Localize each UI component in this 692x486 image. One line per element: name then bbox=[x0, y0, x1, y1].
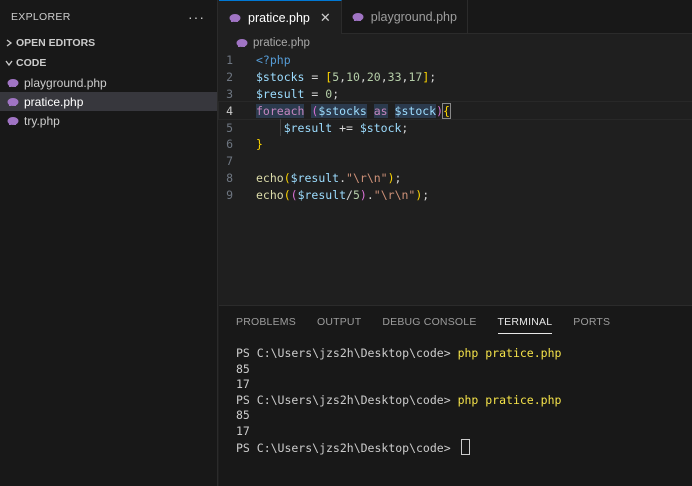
file-item-try[interactable]: try.php bbox=[0, 111, 217, 130]
line-number: 6 bbox=[226, 137, 233, 152]
line-number: 1 bbox=[226, 53, 233, 68]
line-number: 3 bbox=[226, 86, 233, 101]
editor-area: pratice.php ✕ playground.php pratice.php… bbox=[218, 0, 692, 304]
tab-debug-console[interactable]: DEBUG CONSOLE bbox=[382, 310, 476, 334]
terminal[interactable]: PS C:\Users\jzs2h\Desktop\code> php prat… bbox=[219, 337, 692, 455]
breadcrumb-label: pratice.php bbox=[253, 37, 310, 49]
code-text: echo($result."\r\n"); bbox=[256, 170, 402, 185]
tab-playground[interactable]: playground.php bbox=[342, 0, 468, 34]
terminal-prompt: PS C:\Users\jzs2h\Desktop\code> bbox=[236, 392, 458, 407]
code-text: foreach ($stocks as $stock){ bbox=[256, 102, 451, 119]
code-line: 5 $result += $stock; bbox=[219, 119, 692, 136]
php-icon bbox=[7, 96, 19, 108]
tab-terminal[interactable]: TERMINAL bbox=[497, 310, 553, 334]
line-number: 9 bbox=[226, 187, 233, 202]
tab-output[interactable]: OUTPUT bbox=[317, 310, 361, 334]
indent-guide bbox=[280, 119, 281, 136]
terminal-line: PS C:\Users\jzs2h\Desktop\code> bbox=[236, 439, 692, 455]
panel-tabs: PROBLEMS OUTPUT DEBUG CONSOLE TERMINAL P… bbox=[219, 306, 692, 337]
editor-tabs: pratice.php ✕ playground.php bbox=[219, 0, 692, 34]
code-line: 7 bbox=[219, 153, 692, 170]
code-editor[interactable]: 1 <?php 2 $stocks = [5,10,20,33,17]; 3 $… bbox=[218, 52, 692, 203]
code-text: $stocks = [5,10,20,33,17]; bbox=[256, 70, 437, 85]
file-item-pratice[interactable]: pratice.php bbox=[0, 92, 217, 111]
chevron-down-icon bbox=[2, 59, 16, 67]
terminal-command: php pratice.php bbox=[457, 346, 562, 360]
code-line: 2 $stocks = [5,10,20,33,17]; bbox=[219, 69, 692, 86]
terminal-line: PS C:\Users\jzs2h\Desktop\code> php prat… bbox=[236, 393, 692, 409]
breadcrumb[interactable]: pratice.php bbox=[219, 34, 692, 52]
file-label: pratice.php bbox=[24, 94, 84, 109]
code-line: 9 echo(($result/5)."\r\n"); bbox=[219, 186, 692, 203]
section-label: CODE bbox=[16, 56, 47, 69]
php-icon bbox=[229, 12, 241, 24]
explorer-header: EXPLORER ··· bbox=[0, 0, 217, 34]
file-item-playground[interactable]: playground.php bbox=[0, 73, 217, 92]
tab-label: playground.php bbox=[370, 10, 457, 24]
line-number: 8 bbox=[226, 170, 233, 185]
code-text: $result += $stock; bbox=[283, 120, 409, 135]
terminal-prompt: PS C:\Users\jzs2h\Desktop\code> bbox=[236, 441, 458, 455]
tab-pratice[interactable]: pratice.php ✕ bbox=[219, 0, 342, 34]
explorer-title: EXPLORER bbox=[11, 11, 71, 23]
file-label: playground.php bbox=[24, 75, 107, 90]
terminal-output: 17 bbox=[236, 377, 250, 391]
line-number: 5 bbox=[226, 120, 233, 135]
bottom-panel: PROBLEMS OUTPUT DEBUG CONSOLE TERMINAL P… bbox=[219, 305, 692, 486]
terminal-output: 85 bbox=[236, 361, 250, 376]
section-label: OPEN EDITORS bbox=[16, 36, 96, 49]
terminal-cursor bbox=[460, 439, 470, 455]
php-icon bbox=[7, 115, 19, 127]
code-line: 1 <?php bbox=[219, 52, 692, 69]
terminal-output: 17 bbox=[236, 423, 250, 438]
section-open-editors[interactable]: OPEN EDITORS bbox=[0, 33, 217, 52]
file-label: try.php bbox=[24, 113, 60, 128]
terminal-output: 85 bbox=[236, 408, 250, 422]
terminal-command: php pratice.php bbox=[457, 392, 562, 407]
code-line: 3 $result = 0; bbox=[219, 86, 692, 103]
code-text: <?php bbox=[256, 53, 291, 68]
more-actions-icon[interactable]: ··· bbox=[188, 9, 205, 25]
explorer-sidebar: EXPLORER ··· OPEN EDITORS CODE playgroun… bbox=[0, 0, 218, 486]
php-icon bbox=[236, 37, 248, 49]
code-text: } bbox=[256, 137, 263, 152]
php-icon bbox=[7, 77, 19, 89]
terminal-prompt: PS C:\Users\jzs2h\Desktop\code> bbox=[236, 346, 458, 360]
tab-problems[interactable]: PROBLEMS bbox=[236, 310, 296, 334]
file-list: playground.php pratice.php try.php bbox=[0, 73, 217, 130]
close-icon[interactable]: ✕ bbox=[320, 10, 331, 26]
section-code[interactable]: CODE bbox=[0, 53, 217, 72]
code-line: 8 echo($result."\r\n"); bbox=[219, 170, 692, 187]
chevron-right-icon bbox=[2, 38, 16, 47]
line-number: 7 bbox=[226, 154, 233, 169]
tab-label: pratice.php bbox=[248, 10, 310, 25]
tab-ports[interactable]: PORTS bbox=[573, 310, 610, 334]
line-number: 4 bbox=[226, 103, 233, 118]
line-number: 2 bbox=[226, 70, 233, 85]
php-icon bbox=[352, 11, 364, 23]
code-line: 6 } bbox=[219, 136, 692, 153]
code-text: echo(($result/5)."\r\n"); bbox=[256, 187, 430, 202]
terminal-line: PS C:\Users\jzs2h\Desktop\code> php prat… bbox=[236, 346, 692, 362]
code-line-current: 4 foreach ($stocks as $stock){ bbox=[218, 101, 692, 121]
code-text: $result = 0; bbox=[256, 86, 340, 101]
